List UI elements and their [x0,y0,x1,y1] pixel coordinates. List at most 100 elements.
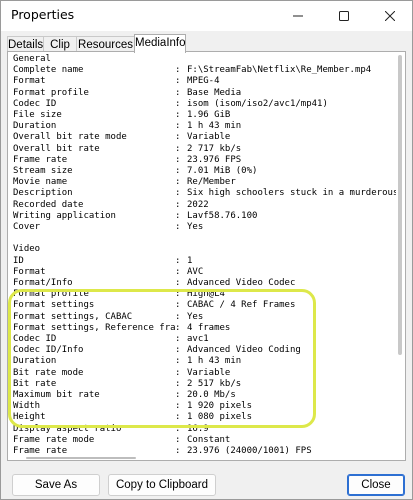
maximize-icon [339,11,349,21]
mediainfo-value: 1 080 pixels [187,412,253,423]
mediainfo-separator: : [175,322,181,333]
mediainfo-value: CABAC / 4 Ref Frames [187,300,296,311]
mediainfo-value: 7.01 MiB (0%) [187,166,258,176]
mediainfo-value: F:\StreamFab\Netflix\Re_Member.mp4 [187,65,372,76]
horizontal-scroll-thumb[interactable] [26,457,136,459]
tab-resources[interactable]: Resources [76,36,135,52]
mediainfo-separator: : [175,334,181,344]
mediainfo-key: Frame rate [13,446,68,456]
mediainfo-value: 1 h 43 min [187,356,242,367]
mediainfo-separator: : [175,132,181,143]
maximize-button[interactable] [321,1,367,31]
vertical-scrollbar[interactable] [396,53,404,459]
mediainfo-value: Advanced Video Coding [187,345,301,356]
copy-to-clipboard-button[interactable]: Copy to Clipboard [108,474,216,496]
mediainfo-separator: : [175,266,181,277]
mediainfo-separator: : [175,401,181,412]
mediainfo-separator: : [175,199,181,210]
mediainfo-key: Format profile [13,289,89,300]
mediainfo-value: 2022 [187,199,209,210]
mediainfo-key: ID [13,255,24,266]
mediainfo-key: Writing application [13,210,116,221]
mediainfo-separator: : [175,423,181,434]
mediainfo-panel: General Complete name: F:\StreamFab\Netfli… [7,51,406,461]
mediainfo-value: Variable [187,367,231,378]
mediainfo-separator: : [175,76,181,87]
mediainfo-separator: : [175,210,181,221]
mediainfo-key: Video [13,244,41,255]
mediainfo-separator: : [175,143,181,154]
mediainfo-key: Cover [13,222,41,232]
mediainfo-value: 16:9 [187,423,209,434]
mediainfo-separator: : [175,166,181,176]
mediainfo-value: AVC [187,266,204,277]
mediainfo-separator: : [175,412,181,423]
mediainfo-separator: : [175,255,181,266]
mediainfo-separator: : [175,390,181,400]
mediainfo-key: Frame rate mode [13,434,95,445]
mediainfo-value: 20.0 Mb/s [187,390,236,400]
save-as-button[interactable]: Save As [12,474,100,496]
mediainfo-separator: : [175,300,181,311]
mediainfo-value: Yes [187,222,204,232]
mediainfo-separator: : [175,177,181,188]
mediainfo-key: Movie name [13,177,68,188]
mediainfo-value: isom (isom/iso2/avc1/mp41) [187,98,328,109]
mediainfo-separator: : [175,154,181,165]
mediainfo-key: Duration [13,356,57,367]
mediainfo-value: Six high schoolers stuck in a murderous … [187,188,396,199]
tab-strip: Details Clip Resources MediaInfo [7,34,406,53]
mediainfo-key: Bit rate mode [13,367,84,378]
mediainfo-key: Codec ID [13,334,57,344]
vertical-scroll-thumb[interactable] [398,55,402,355]
mediainfo-value: 1.96 GiB [187,110,231,120]
close-button[interactable]: Close [347,474,405,496]
mediainfo-separator: : [175,98,181,109]
minimize-button[interactable] [275,1,321,31]
mediainfo-key: Format settings [13,300,95,311]
mediainfo-key: Display aspect ratio [13,423,122,434]
window-title: Properties [11,7,75,22]
properties-window: Properties Details Clip Resources MediaI… [0,0,413,500]
mediainfo-key: Format settings, Reference fra [13,322,176,333]
close-icon [385,11,395,21]
mediainfo-key: Codec ID/Info [13,345,84,356]
mediainfo-value: avc1 [187,334,209,344]
tab-clip[interactable]: Clip [43,36,77,52]
mediainfo-value: MPEG-4 [187,76,220,87]
mediainfo-value: Yes [187,311,204,322]
mediainfo-value: Lavf58.76.100 [187,210,258,221]
minimize-icon [293,15,303,17]
mediainfo-separator: : [175,188,181,199]
mediainfo-key: Duration [13,121,57,132]
mediainfo-value: 23.976 (24000/1001) FPS [187,446,312,456]
mediainfo-value: Re/Member [187,177,236,188]
mediainfo-separator: : [175,378,181,389]
mediainfo-key: Stream size [13,166,73,176]
mediainfo-value: 23.976 FPS [187,154,242,165]
mediainfo-value: 1 920 pixels [187,401,253,412]
mediainfo-key: Codec ID [13,98,57,109]
mediainfo-key: File size [13,110,62,120]
mediainfo-value: Base Media [187,87,242,98]
mediainfo-separator: : [175,345,181,356]
mediainfo-separator: : [175,278,181,288]
mediainfo-separator: : [175,65,181,76]
close-window-button[interactable] [367,1,413,31]
tab-mediainfo[interactable]: MediaInfo [134,34,186,53]
mediainfo-separator: : [175,446,181,456]
mediainfo-key: Description [13,188,73,199]
mediainfo-key: Complete name [13,65,84,76]
mediainfo-text[interactable]: General Complete name: F:\StreamFab\Netfli… [9,53,396,459]
mediainfo-key: Overall bit rate mode [13,132,127,143]
mediainfo-value: High@L4 [187,289,225,300]
title-bar[interactable]: Properties [1,1,412,31]
mediainfo-value: Advanced Video Codec [187,278,296,288]
tab-details[interactable]: Details [7,36,44,52]
mediainfo-key: Width [13,401,41,412]
mediainfo-separator: : [175,110,181,120]
mediainfo-value: 1 h 43 min [187,121,242,132]
mediainfo-key: Format settings, CABAC [13,311,133,322]
mediainfo-key: Maximum bit rate [13,390,100,400]
mediainfo-key: Format profile [13,87,89,98]
